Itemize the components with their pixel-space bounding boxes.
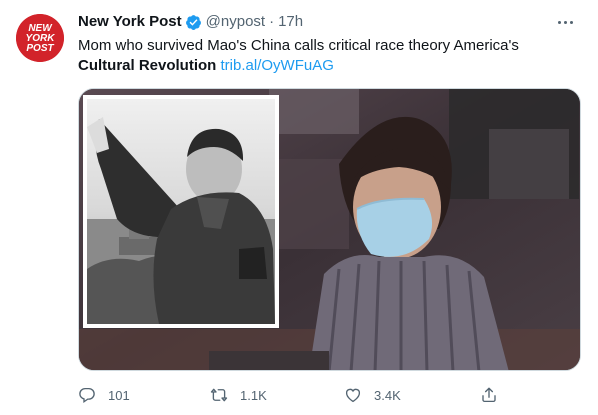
reply-button[interactable]: 101 — [78, 384, 130, 406]
new-york-post-logo: NEW YORK POST — [16, 14, 64, 62]
share-button[interactable] — [480, 384, 510, 406]
tweet-timestamp[interactable]: 17h — [278, 12, 303, 32]
reply-icon — [79, 387, 95, 404]
like-icon — [345, 388, 361, 403]
tweet-actions: 101 1.1K 3.4K — [78, 384, 518, 406]
reply-count: 101 — [108, 387, 130, 403]
avatar[interactable]: NEW YORK POST — [16, 14, 64, 62]
tweet-text-plain: Mom who survived Mao's China calls criti… — [78, 37, 519, 54]
author-name[interactable]: New York Post — [78, 12, 182, 32]
tweet-text-bold: Cultural Revolution — [78, 57, 217, 74]
tweet-header: New York Post @nypost · 17h — [78, 11, 582, 33]
retweet-icon — [210, 388, 228, 402]
tweet-text: Mom who survived Mao's China calls criti… — [78, 36, 578, 76]
like-button[interactable]: 3.4K — [344, 384, 401, 406]
media-photo — [79, 89, 580, 370]
tweet-link[interactable]: trib.al/OyWFuAG — [221, 57, 334, 74]
tweet-media-image[interactable] — [78, 88, 581, 371]
tweet-card[interactable]: NEW YORK POST New York Post @nypost · 17… — [0, 0, 598, 415]
like-count: 3.4K — [374, 387, 401, 403]
share-icon — [482, 387, 496, 403]
verified-badge-icon — [185, 14, 201, 30]
retweet-count: 1.1K — [240, 387, 267, 403]
retweet-button[interactable]: 1.1K — [210, 384, 267, 406]
author-handle[interactable]: @nypost — [206, 12, 265, 32]
separator-dot: · — [269, 13, 275, 30]
svg-text:POST: POST — [26, 43, 54, 54]
more-options-icon[interactable] — [552, 11, 578, 33]
